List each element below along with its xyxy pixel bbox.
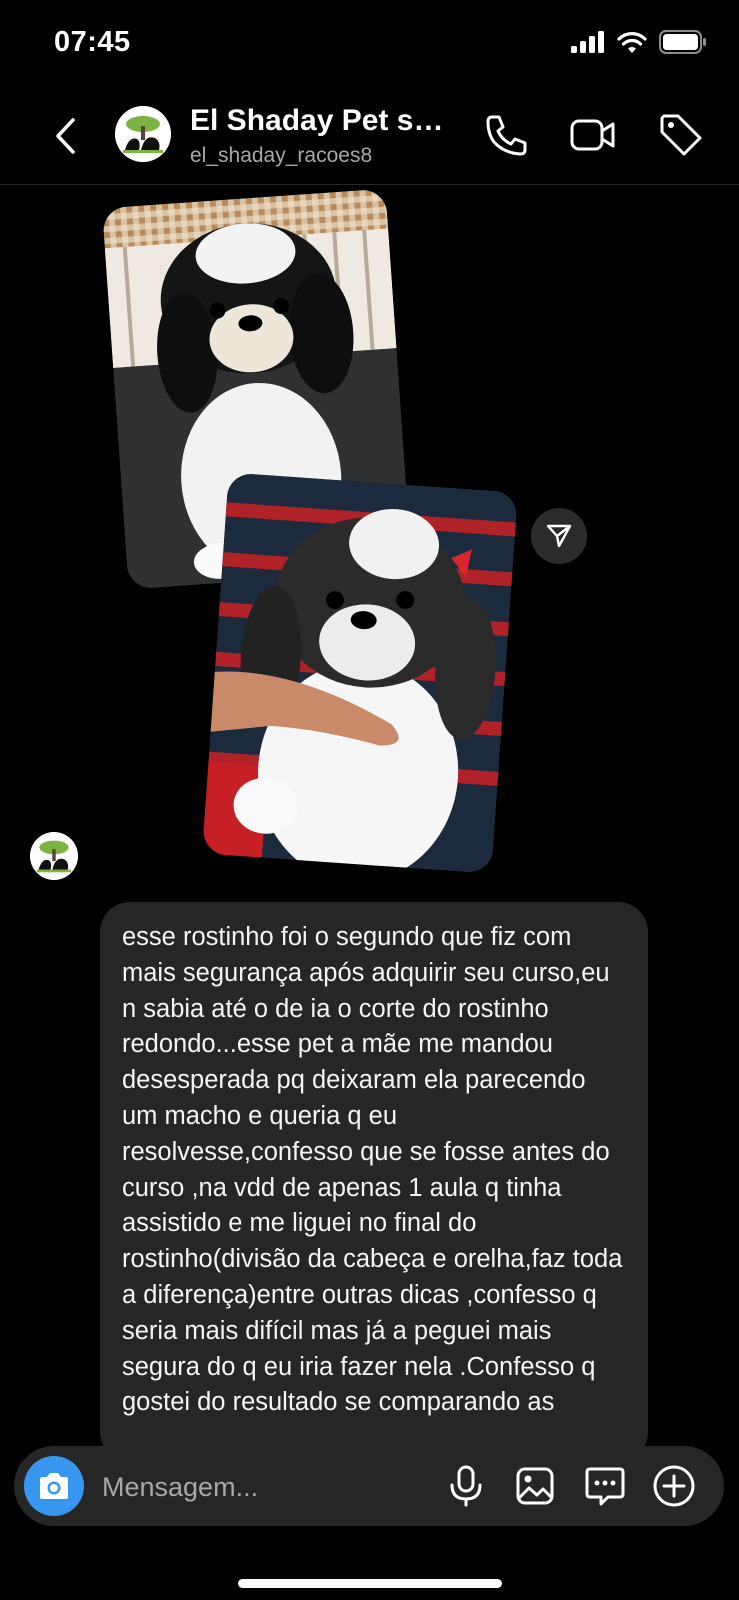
chat-title[interactable]: El Shaday Pet sh... xyxy=(190,104,455,138)
dog-photo-after xyxy=(202,472,518,874)
tag-icon xyxy=(660,114,702,156)
sender-avatar[interactable] xyxy=(30,832,78,880)
signal-icon xyxy=(571,31,604,53)
wifi-icon xyxy=(617,32,647,53)
add-button[interactable] xyxy=(650,1462,698,1510)
voice-button[interactable] xyxy=(442,1462,490,1510)
camera-button[interactable] xyxy=(24,1456,84,1516)
message-composer xyxy=(14,1446,724,1526)
gallery-icon xyxy=(516,1467,554,1505)
status-time: 07:45 xyxy=(54,26,131,58)
back-button[interactable] xyxy=(48,114,82,158)
sticker-button[interactable] xyxy=(581,1462,629,1510)
chat-username[interactable]: el_shaday_racoes8 xyxy=(190,144,372,168)
pet-logo-icon xyxy=(115,106,171,162)
message-input[interactable] xyxy=(100,1466,434,1508)
plus-icon xyxy=(653,1465,695,1507)
shared-photo-2[interactable] xyxy=(202,472,518,874)
message-text: esse rostinho foi o segundo que fiz com … xyxy=(122,923,623,1417)
back-icon xyxy=(56,118,75,154)
gallery-button[interactable] xyxy=(511,1462,559,1510)
call-button[interactable] xyxy=(482,110,532,160)
tag-button[interactable] xyxy=(656,110,706,160)
battery-icon xyxy=(659,30,706,54)
status-bar: 07:45 xyxy=(0,0,739,90)
sticker-icon xyxy=(585,1467,625,1506)
camera-icon xyxy=(40,1473,68,1499)
chat-header: El Shaday Pet sh... el_shaday_racoes8 xyxy=(0,90,739,185)
microphone-icon xyxy=(450,1465,482,1507)
pet-logo-icon xyxy=(30,832,78,880)
share-button[interactable] xyxy=(531,508,587,564)
home-indicator[interactable] xyxy=(238,1579,502,1588)
phone-icon xyxy=(486,115,527,156)
message-bubble[interactable]: esse rostinho foi o segundo que fiz com … xyxy=(100,902,648,1462)
send-icon xyxy=(546,524,572,548)
profile-avatar[interactable] xyxy=(115,106,171,162)
video-call-button[interactable] xyxy=(568,110,618,160)
video-icon xyxy=(570,119,615,151)
status-icons xyxy=(571,30,707,54)
